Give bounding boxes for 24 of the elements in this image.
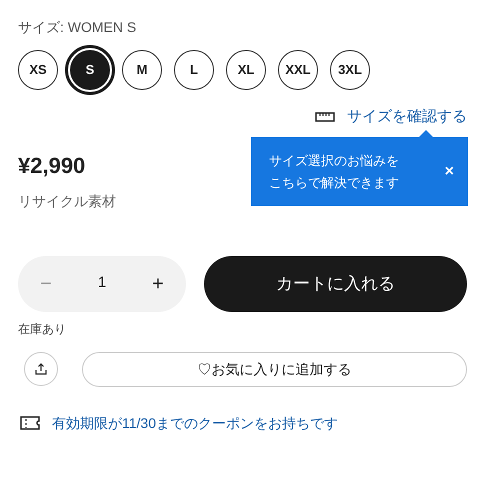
share-icon — [35, 363, 47, 375]
tooltip-text: サイズ選択のお悩みを — [269, 152, 399, 170]
size-option[interactable]: L — [174, 50, 214, 90]
ticket-icon — [20, 416, 40, 430]
quantity-value: 1 — [98, 273, 106, 294]
increase-button[interactable]: + — [148, 268, 168, 298]
share-button[interactable] — [24, 352, 58, 386]
size-option[interactable]: XL — [226, 50, 266, 90]
material-text: リサイクル素材 — [18, 192, 117, 210]
size-option[interactable]: XS — [18, 50, 58, 90]
size-option[interactable]: S — [70, 50, 110, 90]
close-button[interactable]: × — [444, 160, 454, 184]
size-guide-link[interactable]: サイズを確認する — [347, 106, 467, 128]
price: ¥2,990 — [18, 152, 86, 180]
ruler-icon — [315, 112, 335, 122]
add-to-cart-button[interactable]: カートに入れる — [204, 256, 467, 312]
stock-status: 在庫あり — [18, 320, 67, 338]
size-option[interactable]: XXL — [278, 50, 318, 90]
tooltip-text: こちらで解決できます — [269, 174, 399, 192]
size-option[interactable]: M — [122, 50, 162, 90]
size-option[interactable]: 3XL — [330, 50, 370, 90]
size-label: サイズ: WOMEN S — [18, 18, 138, 37]
coupon-link[interactable]: 有効期限が11/30までのクーポンをお持ちです — [52, 412, 338, 434]
favorite-button[interactable]: ♡お気に入りに追加する — [82, 352, 467, 386]
